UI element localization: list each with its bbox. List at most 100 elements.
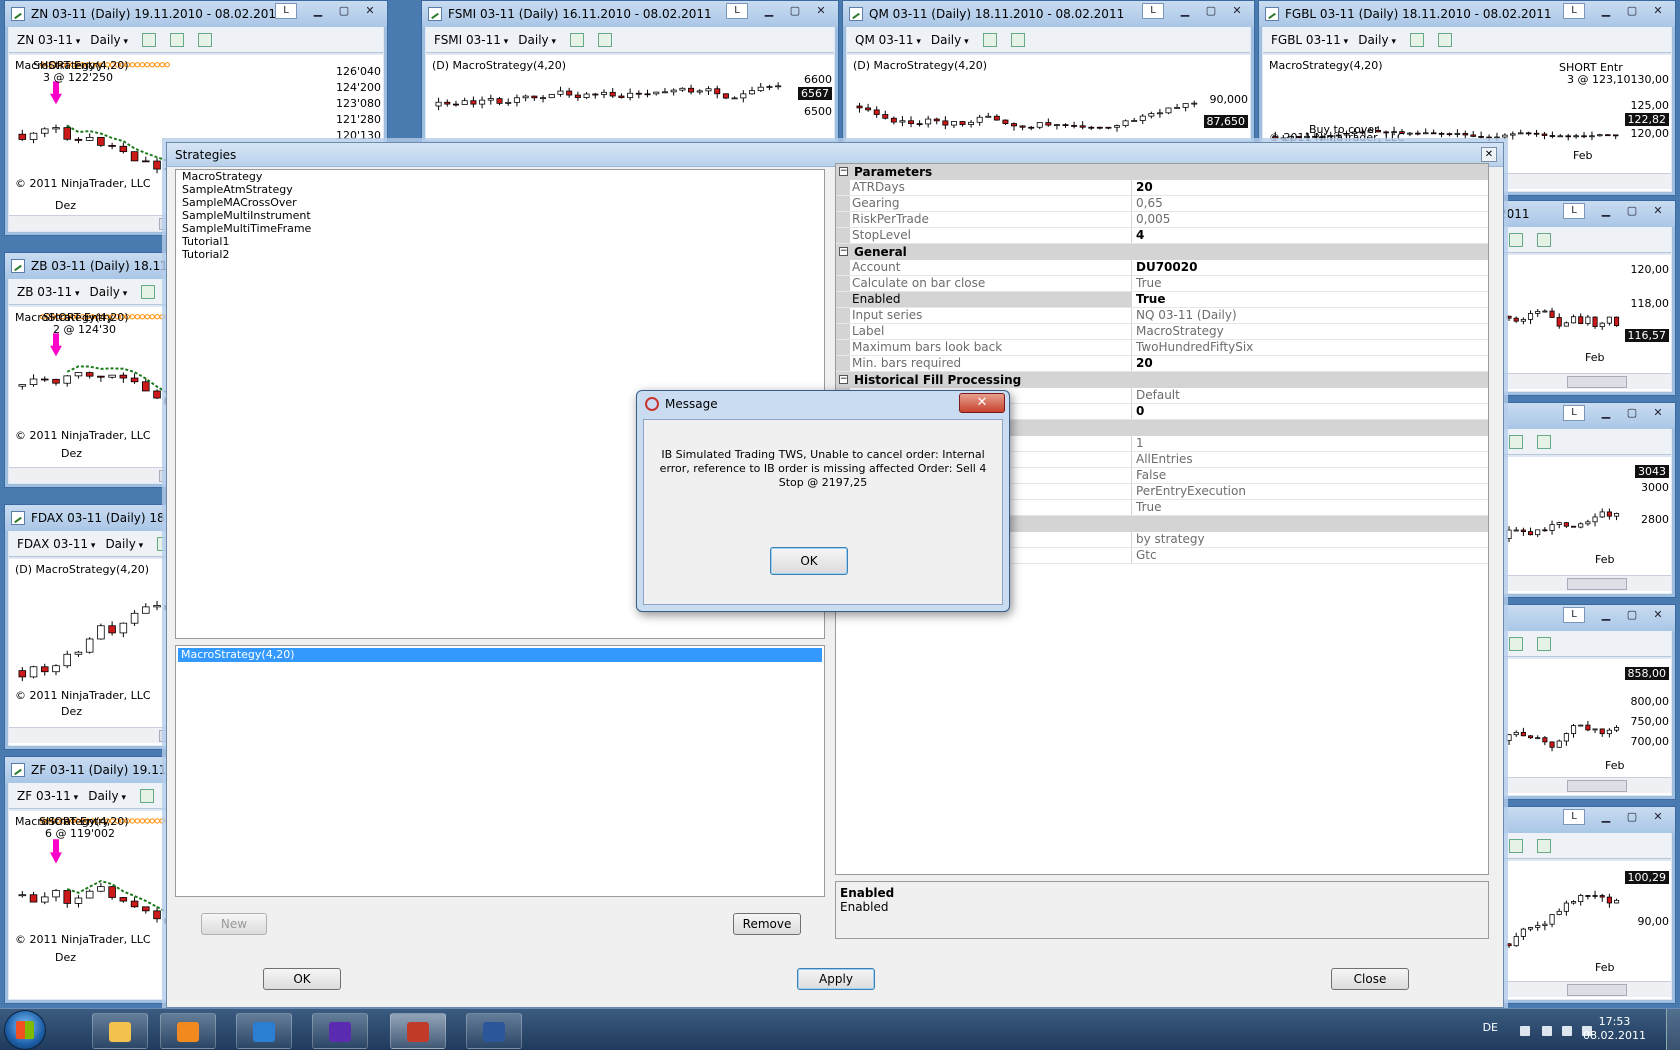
draw-tool-icon[interactable] [1509,434,1523,449]
property-value[interactable]: 0,005 [1132,212,1488,227]
property-row[interactable]: Maximum bars look back TwoHundredFiftySix [836,340,1488,356]
property-category[interactable]: − Historical Fill Processing [836,372,1488,388]
property-value[interactable]: TwoHundredFiftySix [1132,340,1488,355]
property-row[interactable]: ATRDays 20 [836,180,1488,196]
instrument-select[interactable]: ZB 03-11 [17,285,80,299]
close-button[interactable]: ✕ [1645,201,1671,219]
chart-area[interactable]: (D) MacroStrategy(4,20) 6600 6500 6567 [426,55,834,140]
instrument-select[interactable]: FDAX 03-11 [17,537,95,551]
collapse-icon[interactable]: − [839,167,848,176]
minimize-button[interactable]: ▁ [1593,1,1619,19]
link-button[interactable]: L [275,3,297,19]
maximize-button[interactable]: ▢ [1619,201,1645,219]
period-select[interactable]: Daily [90,33,128,47]
link-button[interactable]: L [1142,3,1164,19]
close-button[interactable]: Close [1331,968,1409,990]
message-titlebar[interactable]: Message ✕ [637,391,1009,417]
property-value[interactable]: 20 [1132,180,1488,195]
property-value[interactable]: PerEntryExecution [1132,484,1488,499]
strategy-list-item[interactable]: SampleAtmStrategy [179,183,824,196]
maximize-button[interactable]: ▢ [1619,403,1645,421]
show-desktop-button[interactable] [1666,1009,1680,1050]
language-indicator[interactable]: DE [1483,1021,1498,1034]
taskbar-app-ninjatrader[interactable] [390,1013,446,1049]
period-select[interactable]: Daily [105,537,143,551]
chart-area[interactable]: 120,00 118,00 116,57 Feb [1497,255,1671,391]
minimize-button[interactable]: ▁ [1593,201,1619,219]
property-category[interactable]: − Parameters [836,164,1488,180]
property-row[interactable]: Label MacroStrategy [836,324,1488,340]
property-value[interactable]: DU70020 [1132,260,1488,275]
chart-window-r3[interactable]: L ▁ ▢ ✕ 3000 2800 3043 Feb [1492,402,1676,598]
apply-button[interactable]: Apply [797,968,875,990]
draw-tool-icon[interactable] [170,32,185,47]
new-button[interactable]: New [201,913,267,935]
draw-tool-icon[interactable] [598,32,613,47]
maximize-button[interactable]: ▢ [1619,807,1645,825]
chart-window-fsmi[interactable]: FSMI 03-11 (Daily) 16.11.2010 - 08.02.20… [421,0,839,145]
close-button[interactable]: ✕ [357,1,383,19]
link-button[interactable]: L [1563,405,1585,421]
draw-tool-icon[interactable] [1509,838,1523,853]
property-value[interactable]: AllEntries [1132,452,1488,467]
property-row[interactable]: StopLevel 4 [836,228,1488,244]
strategy-list-item[interactable]: MacroStrategy [179,170,824,183]
maximize-button[interactable]: ▢ [1619,1,1645,19]
close-icon[interactable]: ✕ [1481,147,1497,162]
instrument-select[interactable]: QM 03-11 [855,33,921,47]
collapse-icon[interactable]: − [839,375,848,384]
bar-type-icon[interactable] [1409,32,1424,47]
period-select[interactable]: Daily [518,33,556,47]
property-row[interactable]: Calculate on bar close True [836,276,1488,292]
draw-tool-icon[interactable] [1509,636,1523,651]
link-button[interactable]: L [1563,809,1585,825]
crosshair-icon[interactable] [198,32,213,47]
close-icon[interactable]: ✕ [959,393,1005,413]
close-button[interactable]: ✕ [1645,605,1671,623]
period-select[interactable]: Daily [88,789,126,803]
bar-type-icon[interactable] [142,32,157,47]
property-row[interactable]: Input series NQ 03-11 (Daily) [836,308,1488,324]
start-button[interactable] [4,1010,46,1050]
strategy-instance-item[interactable]: MacroStrategy(4,20) [178,648,822,662]
close-button[interactable]: ✕ [1645,807,1671,825]
minimize-button[interactable]: ▁ [1593,403,1619,421]
chart-area[interactable]: 100,29 90,00 Feb [1497,861,1671,999]
message-ok-button[interactable]: OK [770,547,848,575]
taskbar-app-app[interactable] [312,1013,368,1049]
maximize-button[interactable]: ▢ [1198,1,1224,19]
link-button[interactable]: L [1563,607,1585,623]
close-button[interactable]: ✕ [808,1,834,19]
property-row[interactable]: Min. bars required 20 [836,356,1488,372]
property-value[interactable]: 0 [1132,404,1488,419]
property-value[interactable]: 4 [1132,228,1488,243]
maximize-button[interactable]: ▢ [1619,605,1645,623]
property-category[interactable]: − General [836,244,1488,260]
property-value[interactable]: by strategy [1132,532,1488,547]
property-value[interactable]: False [1132,468,1488,483]
bar-type-icon[interactable] [141,284,156,299]
chart-area[interactable]: (D) MacroStrategy(4,20) 90,000 87,650 [847,55,1250,140]
zoom-icon[interactable] [1537,232,1551,247]
property-row[interactable]: Enabled True [836,292,1488,308]
minimize-button[interactable]: ▁ [1593,605,1619,623]
clock[interactable]: 17:53 08.02.2011 [1583,1015,1646,1043]
strategy-list-item[interactable]: SampleMultiTimeFrame [179,222,824,235]
network-icon[interactable] [1562,1026,1572,1036]
link-button[interactable]: L [1563,203,1585,219]
strategy-instance-list[interactable]: MacroStrategy(4,20) [175,645,825,897]
property-value[interactable]: NQ 03-11 (Daily) [1132,308,1488,323]
property-value[interactable]: 0,65 [1132,196,1488,211]
property-value[interactable]: 1 [1132,436,1488,451]
taskbar-app-media[interactable] [160,1013,216,1049]
link-button[interactable]: L [726,3,748,19]
instrument-select[interactable]: FGBL 03-11 [1271,33,1348,47]
strategy-list-item[interactable]: SampleMACrossOver [179,196,824,209]
horizontal-scrollbar[interactable] [1497,575,1671,591]
minimize-button[interactable]: ▁ [1172,1,1198,19]
chart-area[interactable]: 3000 2800 3043 Feb [1497,457,1671,593]
zoom-icon[interactable] [1537,636,1551,651]
horizontal-scrollbar[interactable] [1497,981,1671,997]
instrument-select[interactable]: FSMI 03-11 [434,33,508,47]
chart-area[interactable]: 858,00 800,00 750,00 700,00 Feb [1497,659,1671,795]
